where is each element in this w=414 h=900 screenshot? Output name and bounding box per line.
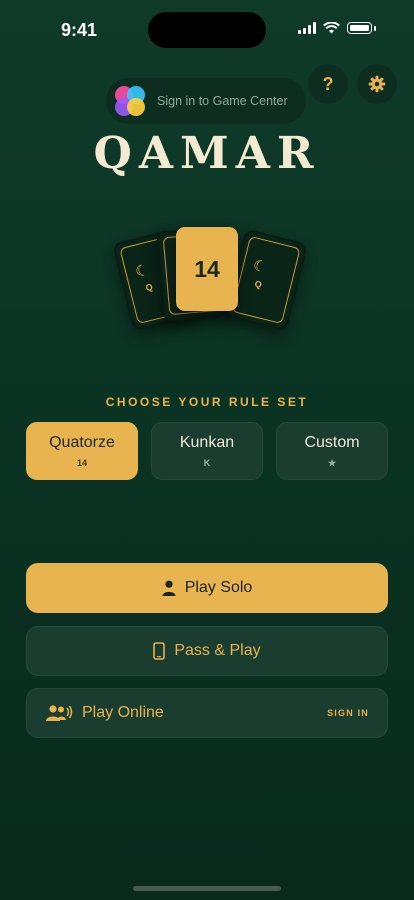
help-button[interactable]: ? <box>308 64 348 104</box>
rule-option-kunkan[interactable]: Kunkan K <box>151 422 263 480</box>
battery-tip <box>374 25 376 31</box>
card-front: 14 <box>176 227 238 311</box>
pass-and-play-label: Pass & Play <box>174 642 261 659</box>
people-icon <box>45 704 73 722</box>
rule-option-name: Kunkan <box>179 434 235 451</box>
sign-in-badge[interactable]: SIGN IN <box>327 708 369 718</box>
rule-option-name: Quatorze <box>49 434 115 451</box>
signal-icon <box>298 22 316 34</box>
rule-option-name: Custom <box>304 433 360 451</box>
star-icon: ★ <box>327 457 337 468</box>
status-icons <box>298 22 376 34</box>
play-solo-label: Play Solo <box>184 579 253 596</box>
game-center-signin-button[interactable]: Sign in to Game Center <box>106 78 306 124</box>
card-fan-logo: ☾ Q ☾ Q 14 <box>110 225 308 335</box>
play-online-button[interactable]: Play Online SIGN IN <box>26 688 388 738</box>
rule-option-custom[interactable]: Custom ★ <box>276 422 388 480</box>
person-icon <box>162 580 176 596</box>
play-solo-button[interactable]: Play Solo <box>26 563 388 613</box>
pass-and-play-button[interactable]: Pass & Play <box>26 626 388 676</box>
play-online-label: Play Online <box>82 704 164 721</box>
game-center-label: Sign in to Game Center <box>157 94 288 108</box>
status-bar: 9:41 <box>0 0 414 60</box>
phone-icon <box>153 642 166 660</box>
status-time: 9:41 <box>61 20 98 40</box>
rule-set-selector: Quatorze 14 Kunkan K Custom ★ <box>26 422 388 480</box>
settings-button[interactable] <box>357 64 397 104</box>
home-indicator <box>133 886 281 891</box>
dynamic-island <box>148 12 266 48</box>
wifi-icon <box>323 22 340 34</box>
app-title: QAMAR <box>93 128 321 179</box>
rule-option-sub: 14 <box>76 458 87 468</box>
rule-option-sub: K <box>203 458 211 468</box>
game-center-icon <box>114 85 146 117</box>
battery-icon <box>347 22 372 34</box>
rule-option-quatorze[interactable]: Quatorze 14 <box>26 422 138 480</box>
gear-icon <box>368 75 386 93</box>
rule-set-heading: CHOOSE YOUR RULE SET <box>105 395 309 409</box>
